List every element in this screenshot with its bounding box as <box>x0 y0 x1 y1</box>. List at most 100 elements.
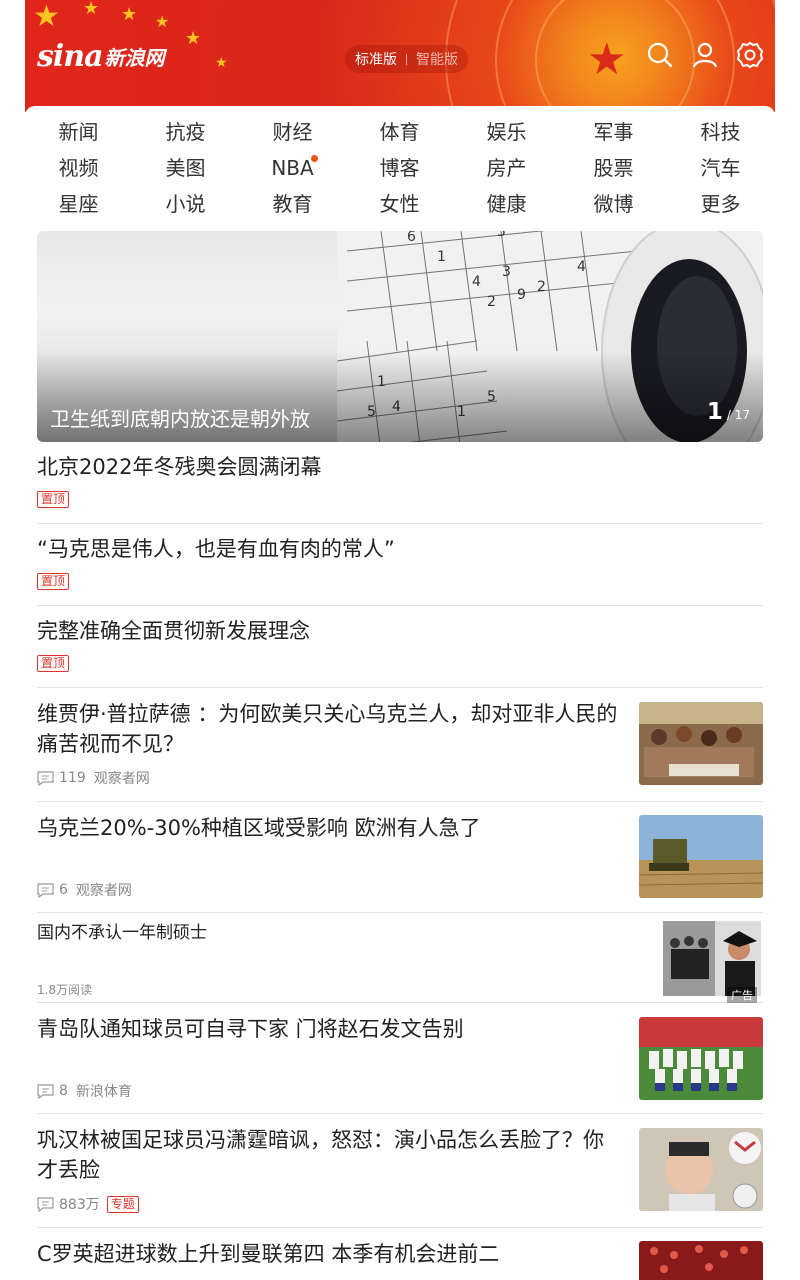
user-icon[interactable] <box>690 40 720 70</box>
news-meta: 119 观察者网 <box>37 768 150 788</box>
nav-item-stocks[interactable]: 股票 <box>560 154 667 182</box>
settings-icon[interactable] <box>735 40 765 70</box>
nav-item-entertainment[interactable]: 娱乐 <box>453 118 560 146</box>
star-decoration: ★ <box>33 0 60 34</box>
news-item[interactable]: 巩汉林被国足球员冯潇霆暗讽，怒怼：演小品怎么丢脸了？你才丢脸 883万 专题 <box>37 1114 763 1228</box>
ad-thumbnail <box>663 921 761 996</box>
nav-item-auto[interactable]: 汽车 <box>667 154 774 182</box>
news-source: 观察者网 <box>93 771 150 787</box>
ad-title: 国内不承认一年制硕士 <box>37 923 207 943</box>
svg-text:2: 2 <box>537 279 546 295</box>
nav-item-finance[interactable]: 财经 <box>239 118 346 146</box>
comment-icon <box>37 770 54 786</box>
comment-count: 119 <box>59 770 86 786</box>
svg-text:1: 1 <box>437 249 446 265</box>
new-dot-indicator <box>311 155 318 162</box>
star-decoration: ★ <box>121 4 138 25</box>
nav-item-horoscope[interactable]: 星座 <box>25 190 132 218</box>
page: ★ ★ ★ ★ ★ ★ ★ sina 新浪网 标准版 智能版 新闻 抗疫 财经 … <box>25 0 775 1280</box>
news-thumbnail <box>639 1017 763 1100</box>
star-decoration: ★ <box>155 12 170 31</box>
star-decoration: ★ <box>185 28 202 49</box>
news-thumbnail <box>639 1241 763 1280</box>
news-item[interactable]: 维贾伊·普拉萨德 ：为何欧美只关心乌克兰人，却对亚非人民的痛苦视而不见？ 119… <box>37 688 763 802</box>
ad-label: 广告 <box>727 987 757 1003</box>
news-title: 北京2022年冬残奥会圆满闭幕 <box>37 455 322 479</box>
news-item[interactable]: 北京2022年冬残奥会圆满闭幕 置顶 <box>37 450 763 524</box>
nav-item-more[interactable]: 更多 <box>667 190 774 218</box>
news-meta: 8 新浪体育 <box>37 1081 132 1101</box>
svg-text:6: 6 <box>407 231 416 245</box>
banner-total: / 17 <box>726 408 750 422</box>
ad-reads: 1.8万阅读 <box>37 983 93 997</box>
carousel-banner[interactable]: 1432 29465 15415 卫生纸到底朝内放还是朝外放 1 / 17 <box>37 231 763 442</box>
pinned-badge: 置顶 <box>37 655 70 672</box>
svg-text:9: 9 <box>517 287 526 303</box>
nav-item-women[interactable]: 女性 <box>346 190 453 218</box>
version-divider <box>406 53 407 65</box>
comment-count: 6 <box>59 882 68 898</box>
news-item[interactable]: “马克思是伟人，也是有血有肉的常人” 置顶 <box>37 532 763 606</box>
nav-item-anti-epidemic[interactable]: 抗疫 <box>132 118 239 146</box>
svg-text:5: 5 <box>497 231 506 240</box>
nav-item-military[interactable]: 军事 <box>560 118 667 146</box>
nav-item-blog[interactable]: 博客 <box>346 154 453 182</box>
comment-icon <box>37 882 54 898</box>
news-meta: 6 观察者网 <box>37 880 132 900</box>
svg-text:2: 2 <box>487 294 496 310</box>
news-title: 完整准确全面贯彻新发展理念 <box>37 619 310 643</box>
svg-text:3: 3 <box>502 264 511 280</box>
svg-text:4: 4 <box>472 274 481 290</box>
news-source: 观察者网 <box>75 883 132 899</box>
nav-item-news[interactable]: 新闻 <box>25 118 132 146</box>
version-smart-button[interactable]: 智能版 <box>416 49 458 69</box>
sina-logo[interactable]: sina 新浪网 <box>37 36 165 76</box>
nav-item-sports[interactable]: 体育 <box>346 118 453 146</box>
topic-badge: 专题 <box>106 1195 139 1213</box>
star-decoration: ★ <box>215 55 228 71</box>
comment-icon <box>37 1196 54 1212</box>
header-banner: ★ ★ ★ ★ ★ ★ ★ sina 新浪网 标准版 智能版 <box>25 0 775 112</box>
news-source: 新浪体育 <box>75 1084 132 1100</box>
svg-text:4: 4 <box>577 259 586 275</box>
banner-current-index: 1 <box>706 399 723 425</box>
search-icon[interactable] <box>645 40 675 70</box>
news-title: 维贾伊·普拉萨德 ：为何欧美只关心乌克兰人，却对亚非人民的痛苦视而不见？ <box>37 702 618 756</box>
nav-item-photos[interactable]: 美图 <box>132 154 239 182</box>
news-thumbnail <box>639 702 763 785</box>
banner-page-counter: 1 / 17 <box>707 399 750 425</box>
logo-sina-text: sina <box>37 38 104 74</box>
version-standard-button[interactable]: 标准版 <box>355 49 397 69</box>
news-title: 乌克兰20%-30%种植区域受影响 欧洲有人急了 <box>37 816 481 840</box>
nav-item-tech[interactable]: 科技 <box>667 118 774 146</box>
comment-icon <box>37 1083 54 1099</box>
news-thumbnail <box>639 1128 763 1211</box>
banner-caption: 卫生纸到底朝内放还是朝外放 <box>50 407 310 431</box>
pinned-badge: 置顶 <box>37 573 70 590</box>
news-item[interactable]: 完整准确全面贯彻新发展理念 置顶 <box>37 614 763 688</box>
news-title: C罗英超进球数上升到曼联第四 本季有机会进前二 <box>37 1242 500 1266</box>
nav-item-novel[interactable]: 小说 <box>132 190 239 218</box>
nav-item-house[interactable]: 房产 <box>453 154 560 182</box>
pinned-badge: 置顶 <box>37 491 70 508</box>
version-switch: 标准版 智能版 <box>345 45 468 73</box>
news-title: 巩汉林被国足球员冯潇霆暗讽，怒怼：演小品怎么丢脸了？你才丢脸 <box>37 1128 604 1182</box>
nav-item-weibo[interactable]: 微博 <box>560 190 667 218</box>
nav-item-education[interactable]: 教育 <box>239 190 346 218</box>
news-title: 青岛队通知球员可自寻下家 门将赵石发文告别 <box>37 1017 464 1041</box>
ad-item[interactable]: 国内不承认一年制硕士 1.8万阅读 广告 <box>37 913 763 1003</box>
news-title: “马克思是伟人，也是有血有肉的常人” <box>37 537 395 561</box>
nav-item-health[interactable]: 健康 <box>453 190 560 218</box>
nav-item-nba-label: NBA <box>271 156 314 180</box>
news-thumbnail <box>639 815 763 898</box>
star-decoration: ★ <box>587 34 627 85</box>
nav-item-nba[interactable]: NBA <box>239 154 346 182</box>
news-meta: 883万 专题 <box>37 1194 139 1214</box>
comment-count: 8 <box>59 1083 68 1099</box>
nav-item-video[interactable]: 视频 <box>25 154 132 182</box>
news-item[interactable]: C罗英超进球数上升到曼联第四 本季有机会进前二 <box>37 1228 763 1280</box>
news-item[interactable]: 青岛队通知球员可自寻下家 门将赵石发文告别 8 新浪体育 <box>37 1003 763 1114</box>
star-decoration: ★ <box>83 0 100 19</box>
news-item[interactable]: 乌克兰20%-30%种植区域受影响 欧洲有人急了 6 观察者网 <box>37 802 763 913</box>
comment-count: 883万 <box>59 1197 100 1213</box>
